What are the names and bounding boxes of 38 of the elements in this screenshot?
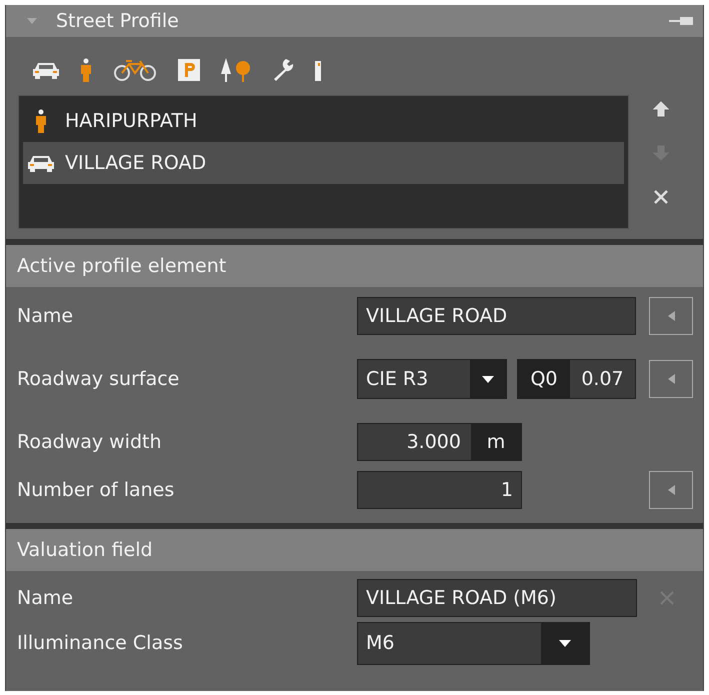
q0-field[interactable]: Q0 0.07 (517, 359, 636, 399)
name-field[interactable]: VILLAGE ROAD (357, 297, 636, 335)
section-header: Valuation field (6, 529, 703, 571)
pole-icon[interactable] (314, 59, 322, 81)
surface-dropdown[interactable]: CIE R3 (357, 359, 507, 399)
list-item[interactable]: VILLAGE ROAD (23, 142, 624, 184)
lanes-field[interactable]: 1 (357, 471, 522, 509)
pedestrian-icon[interactable] (80, 58, 92, 82)
car-icon (27, 154, 55, 172)
triangle-icon (667, 311, 675, 321)
car-icon[interactable] (32, 61, 60, 79)
pedestrian-icon (35, 109, 47, 133)
field-label: Roadway width (17, 431, 163, 453)
bicycle-icon[interactable] (112, 59, 158, 81)
field-label: Roadway surface (17, 368, 180, 390)
caret-icon (559, 640, 571, 646)
triangle-icon (667, 374, 675, 384)
reset-button[interactable] (649, 471, 693, 509)
reset-button[interactable] (649, 297, 693, 335)
remove-icon[interactable] (653, 189, 669, 205)
field-label: Number of lanes (17, 479, 176, 501)
field-label: Name (17, 587, 74, 609)
name-field[interactable]: VILLAGE ROAD (M6) (357, 579, 637, 617)
panel-header[interactable]: Street Profile (6, 5, 703, 37)
trees-icon[interactable] (220, 58, 252, 82)
section-header: Active profile element (6, 245, 703, 287)
list-item[interactable]: HARIPURPATH (23, 100, 624, 142)
reset-button[interactable] (649, 360, 693, 398)
move-up-icon[interactable] (653, 101, 669, 117)
width-field[interactable]: 3.000 m (357, 423, 522, 461)
field-label: Name (17, 305, 74, 327)
wrench-icon[interactable] (272, 58, 294, 82)
pin-icon[interactable] (669, 16, 693, 26)
field-label: Illuminance Class (17, 632, 184, 654)
panel-title: Street Profile (56, 10, 180, 32)
caret-icon (482, 376, 494, 382)
class-dropdown[interactable]: M6 (357, 622, 590, 664)
triangle-icon (667, 485, 675, 495)
